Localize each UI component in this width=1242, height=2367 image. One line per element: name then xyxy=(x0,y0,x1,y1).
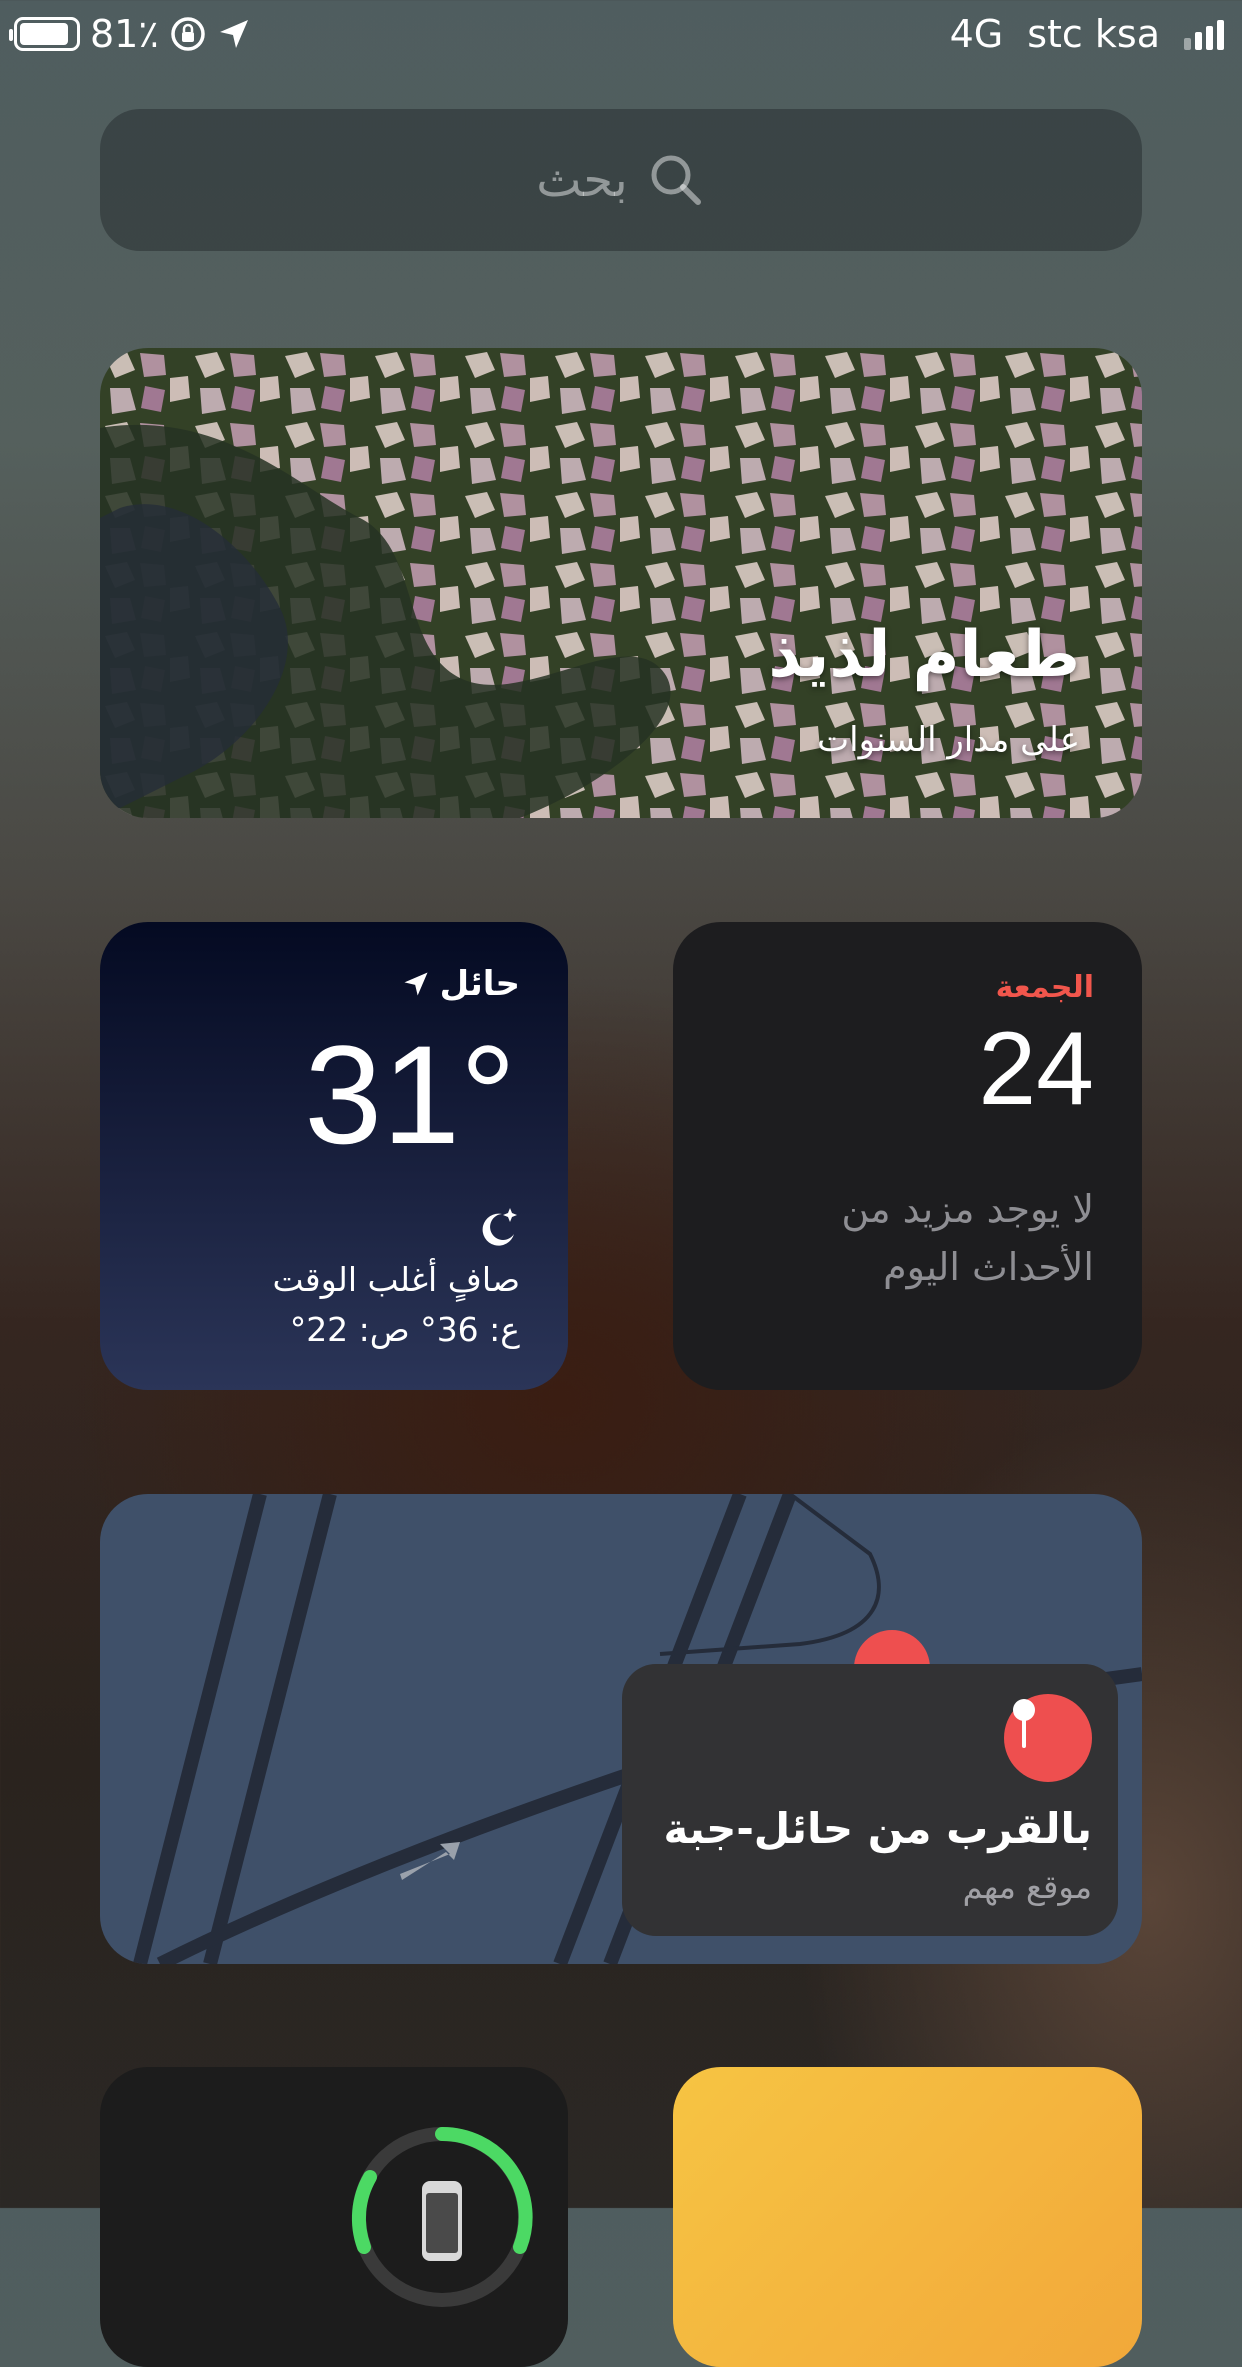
photos-widget[interactable]: طعام لذيذ على مدار السنوات xyxy=(100,348,1142,818)
carrier-name: stc ksa xyxy=(1027,12,1160,56)
calendar-day: الجمعة xyxy=(995,970,1094,1005)
maps-widget[interactable]: بالقرب من حائل-جبة موقع مهم xyxy=(100,1494,1142,1964)
location-arrow-icon xyxy=(219,20,248,48)
search-icon xyxy=(651,155,701,205)
signal-bars-icon xyxy=(1184,18,1224,50)
map-pin-icon xyxy=(1004,1694,1092,1782)
search-bar[interactable]: بحث xyxy=(100,109,1142,251)
weather-temperature: 31° xyxy=(304,1016,516,1173)
map-location-title: بالقرب من حائل-جبة xyxy=(663,1804,1092,1853)
status-right: 4G stc ksa xyxy=(950,12,1224,56)
network-type: 4G xyxy=(949,12,1004,56)
batteries-widget[interactable] xyxy=(100,2067,568,2367)
notes-widget[interactable] xyxy=(673,2067,1142,2367)
photo-subtitle: على مدار السنوات xyxy=(817,720,1080,760)
location-arrow-icon xyxy=(404,972,428,996)
weather-condition: صافٍ أغلب الوقت xyxy=(272,1260,520,1299)
status-left: 81٪ xyxy=(9,12,251,56)
rotation-lock-icon xyxy=(171,17,205,51)
search-placeholder: بحث xyxy=(536,152,628,208)
status-bar: 81٪ 4G stc ksa xyxy=(0,0,1242,72)
weather-widget[interactable]: حائل 31° صافٍ أغلب الوقت ع: 36° ص: 22° xyxy=(100,922,568,1390)
map-location-card: بالقرب من حائل-جبة موقع مهم xyxy=(622,1664,1118,1936)
map-location-subtitle: موقع مهم xyxy=(962,1868,1092,1906)
weather-high-low: ع: 36° ص: 22° xyxy=(289,1310,520,1349)
weather-city: حائل xyxy=(439,964,520,1004)
battery-icon xyxy=(9,17,80,51)
weather-location: حائل xyxy=(402,964,520,1004)
calendar-no-events: لا يوجد مزيد من الأحداث اليوم xyxy=(841,1187,1094,1289)
moon-stars-icon xyxy=(482,1208,517,1246)
photo-title: طعام لذيذ xyxy=(768,618,1080,692)
calendar-widget[interactable]: الجمعة 24 لا يوجد مزيد من الأحداث اليوم xyxy=(673,922,1142,1390)
iphone-icon xyxy=(422,2181,462,2261)
battery-ring xyxy=(351,2126,533,2307)
battery-percent: 81٪ xyxy=(90,12,159,56)
calendar-date: 24 xyxy=(978,1011,1094,1127)
